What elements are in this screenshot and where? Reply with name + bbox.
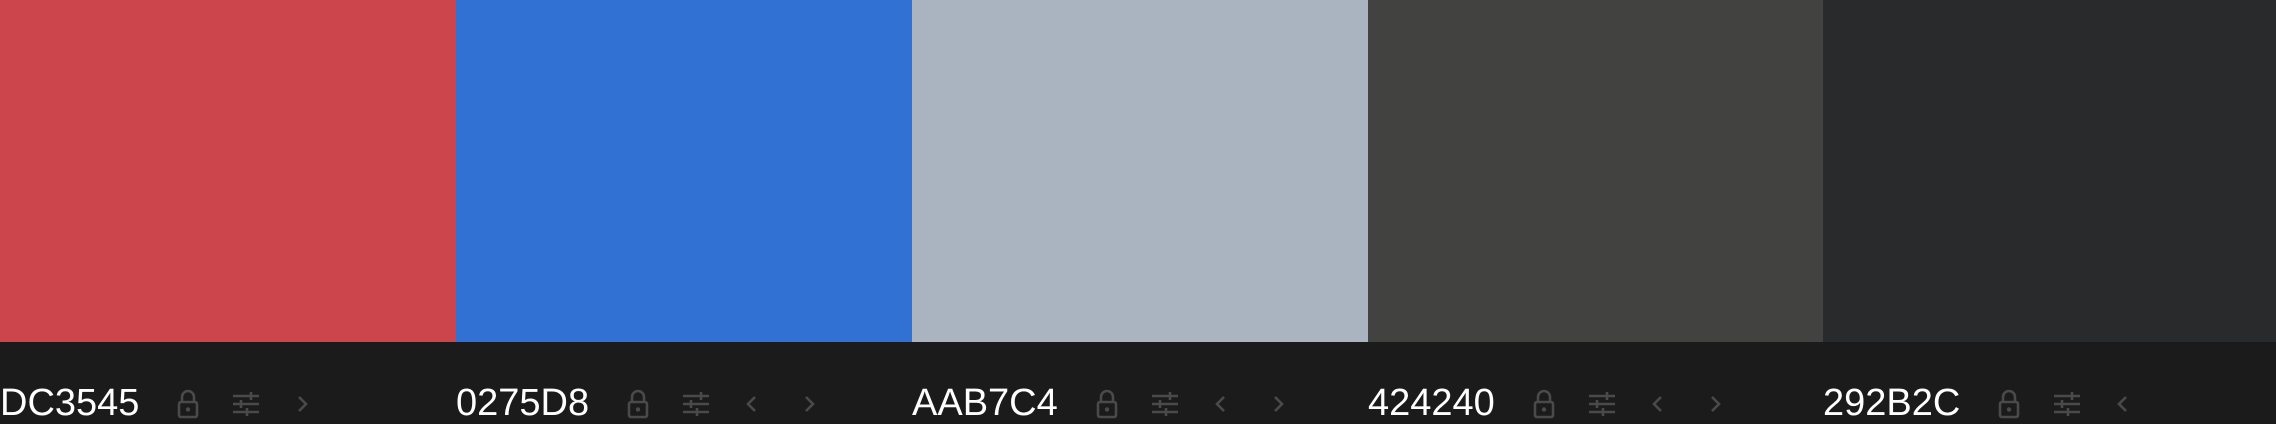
color-swatch-4[interactable] bbox=[1368, 0, 1823, 342]
lock-icon[interactable] bbox=[1994, 389, 2024, 419]
lock-icon[interactable] bbox=[1092, 389, 1122, 419]
color-actions bbox=[623, 384, 824, 424]
chevron-right-icon[interactable] bbox=[1263, 389, 1293, 419]
sliders-icon[interactable] bbox=[231, 389, 261, 419]
lock-icon[interactable] bbox=[1529, 389, 1559, 419]
lock-icon[interactable] bbox=[623, 389, 653, 419]
chevron-left-icon[interactable] bbox=[737, 389, 767, 419]
hex-code-label[interactable]: 424240 bbox=[1368, 384, 1495, 422]
color-swatch-3[interactable] bbox=[912, 0, 1368, 342]
color-palette: DC3545 0275D8 AAB7C4 424240 292B2C bbox=[0, 0, 2276, 424]
color-toolbar-1: DC3545 bbox=[0, 342, 317, 424]
palette-toolbar: DC3545 0275D8 AAB7C4 424240 292B2C bbox=[0, 342, 2276, 424]
chevron-right-icon[interactable] bbox=[794, 389, 824, 419]
sliders-icon[interactable] bbox=[1587, 389, 1617, 419]
sliders-icon[interactable] bbox=[1150, 389, 1180, 419]
color-swatch-5[interactable] bbox=[1823, 0, 2276, 342]
color-actions bbox=[1529, 384, 1730, 424]
chevron-left-icon[interactable] bbox=[1206, 389, 1236, 419]
color-toolbar-4: 424240 bbox=[1368, 342, 1730, 424]
sliders-icon[interactable] bbox=[2052, 389, 2082, 419]
color-toolbar-2: 0275D8 bbox=[456, 342, 824, 424]
color-swatch-1[interactable] bbox=[0, 0, 456, 342]
lock-icon[interactable] bbox=[173, 389, 203, 419]
chevron-left-icon[interactable] bbox=[2108, 389, 2138, 419]
color-toolbar-5: 292B2C bbox=[1823, 342, 2165, 424]
chevron-right-icon[interactable] bbox=[287, 389, 317, 419]
hex-code-label[interactable]: 0275D8 bbox=[456, 384, 589, 422]
sliders-icon[interactable] bbox=[681, 389, 711, 419]
color-actions bbox=[1092, 384, 1293, 424]
chevron-left-icon[interactable] bbox=[1643, 389, 1673, 419]
hex-code-label[interactable]: AAB7C4 bbox=[912, 384, 1058, 422]
hex-code-label[interactable]: DC3545 bbox=[0, 384, 139, 422]
color-toolbar-3: AAB7C4 bbox=[912, 342, 1293, 424]
color-actions bbox=[173, 384, 317, 424]
color-actions bbox=[1994, 384, 2165, 424]
swatch-row bbox=[0, 0, 2276, 342]
hex-code-label[interactable]: 292B2C bbox=[1823, 384, 1960, 422]
chevron-right-icon[interactable] bbox=[1700, 389, 1730, 419]
color-swatch-2[interactable] bbox=[456, 0, 912, 342]
